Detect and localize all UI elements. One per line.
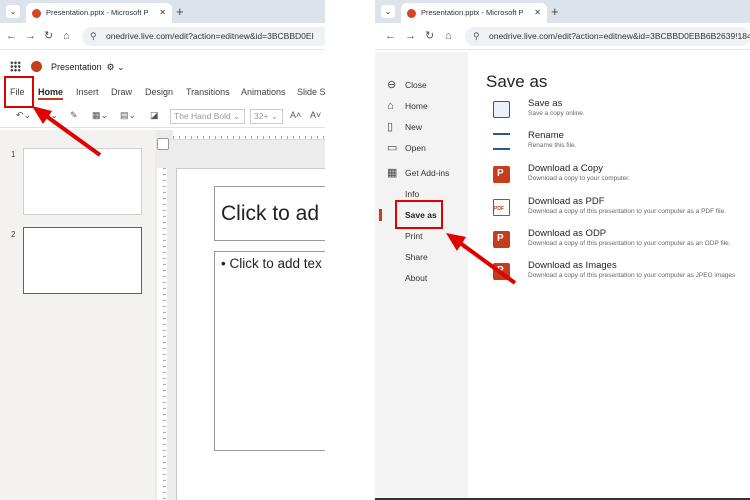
right-screenshot: ⌄ Presentation.pptx - Microsoft P ✕ + ← … [375, 0, 750, 500]
arrow-to-file-tab [32, 106, 102, 157]
left-screenshot: ⌄ Presentation.pptx - Microsoft P ✕ + ← … [0, 0, 325, 500]
arrow-to-save-as [446, 233, 517, 285]
